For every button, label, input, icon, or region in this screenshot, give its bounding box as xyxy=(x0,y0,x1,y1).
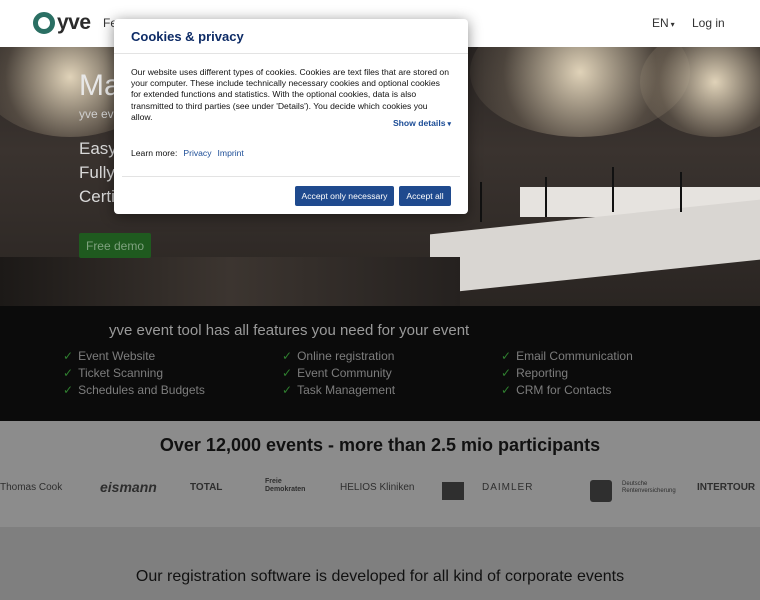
client-logo-fdp: Freie Demokraten xyxy=(265,478,306,493)
corporate-events-title: Our registration software is developed f… xyxy=(135,568,625,585)
client-logo-intertour: INTERTOUR xyxy=(697,482,756,493)
audience-silhouette xyxy=(0,257,460,306)
client-logo-thomascook: Thomas Cook xyxy=(0,482,63,493)
feature-item: ✓ Email Communication xyxy=(501,349,633,363)
feature-item: ✓ Reporting xyxy=(501,366,569,380)
accept-necessary-button[interactable]: Accept only necessary xyxy=(295,186,394,206)
ceiling-light xyxy=(640,47,760,137)
client-logo-box xyxy=(442,482,464,500)
check-icon: ✓ xyxy=(63,349,74,363)
check-icon: ✓ xyxy=(501,383,512,397)
dialog-title: Cookies & privacy xyxy=(131,29,244,44)
client-logo-daimler: DAIMLER xyxy=(482,482,534,493)
cookie-consent-dialog: Cookies & privacy Our website uses diffe… xyxy=(114,19,468,214)
hero-subtitle: yve ev xyxy=(79,107,114,121)
dialog-body-text: Our website uses different types of cook… xyxy=(131,67,449,122)
client-logo-helios: HELIOS Kliniken xyxy=(340,482,415,493)
stats-title: Over 12,000 events - more than 2.5 mio p… xyxy=(159,435,601,455)
stats-section: Over 12,000 events - more than 2.5 mio p… xyxy=(0,421,760,527)
logo-ring-icon xyxy=(33,12,55,34)
check-icon: ✓ xyxy=(282,366,293,380)
feature-item: ✓ Event Community xyxy=(282,366,392,380)
corporate-events-section: Our registration software is developed f… xyxy=(0,527,760,600)
microphone-icon xyxy=(680,172,682,212)
check-icon: ✓ xyxy=(282,349,293,363)
check-icon: ✓ xyxy=(501,366,512,380)
client-logo-eismann: eismann xyxy=(100,479,157,495)
login-link[interactable]: Log in xyxy=(692,16,725,30)
features-title: yve event tool has all features you need… xyxy=(109,322,470,339)
feature-item: ✓ Ticket Scanning xyxy=(63,366,163,380)
privacy-link[interactable]: Privacy xyxy=(183,148,211,158)
accept-all-button[interactable]: Accept all xyxy=(399,186,451,206)
show-details-label: Show details xyxy=(392,118,446,128)
free-demo-button[interactable]: Free demo xyxy=(79,233,151,258)
check-icon: ✓ xyxy=(63,366,74,380)
features-section: yve event tool has all features you need… xyxy=(0,306,760,421)
hero-line: Fully xyxy=(79,163,115,182)
imprint-link[interactable]: Imprint xyxy=(218,148,244,158)
hero-line: Certi xyxy=(79,187,115,206)
client-logo-box xyxy=(590,480,612,502)
learn-more-label: Learn more: xyxy=(131,148,178,158)
check-icon: ✓ xyxy=(63,383,74,397)
language-label: EN xyxy=(652,16,669,30)
logo-text: yve xyxy=(57,11,91,34)
divider xyxy=(114,53,468,54)
check-icon: ✓ xyxy=(501,349,512,363)
client-logo-drv: Deutsche Rentenversicherung xyxy=(622,481,676,494)
feature-item: ✓ Event Website xyxy=(63,349,156,363)
learn-more-row: Learn more: Privacy Imprint xyxy=(131,148,244,158)
feature-item: ✓ Online registration xyxy=(282,349,395,363)
check-icon: ✓ xyxy=(282,383,293,397)
divider xyxy=(122,176,460,177)
feature-item: ✓ Schedules and Budgets xyxy=(63,383,205,397)
caret-down-icon: ▾ xyxy=(447,121,451,128)
microphone-icon xyxy=(480,182,482,222)
show-details-toggle[interactable]: Show details ▾ xyxy=(393,118,451,128)
caret-down-icon: ▾ xyxy=(670,20,675,29)
feature-item: ✓ Task Management xyxy=(282,383,396,397)
feature-item: ✓ CRM for Contacts xyxy=(501,383,612,397)
microphone-icon xyxy=(545,177,547,217)
hero-line: Easy xyxy=(79,139,117,158)
language-selector[interactable]: EN ▾ xyxy=(652,16,675,30)
logo[interactable]: yve xyxy=(33,11,91,35)
microphone-icon xyxy=(612,167,614,212)
client-logo-total: TOTAL xyxy=(190,482,223,493)
